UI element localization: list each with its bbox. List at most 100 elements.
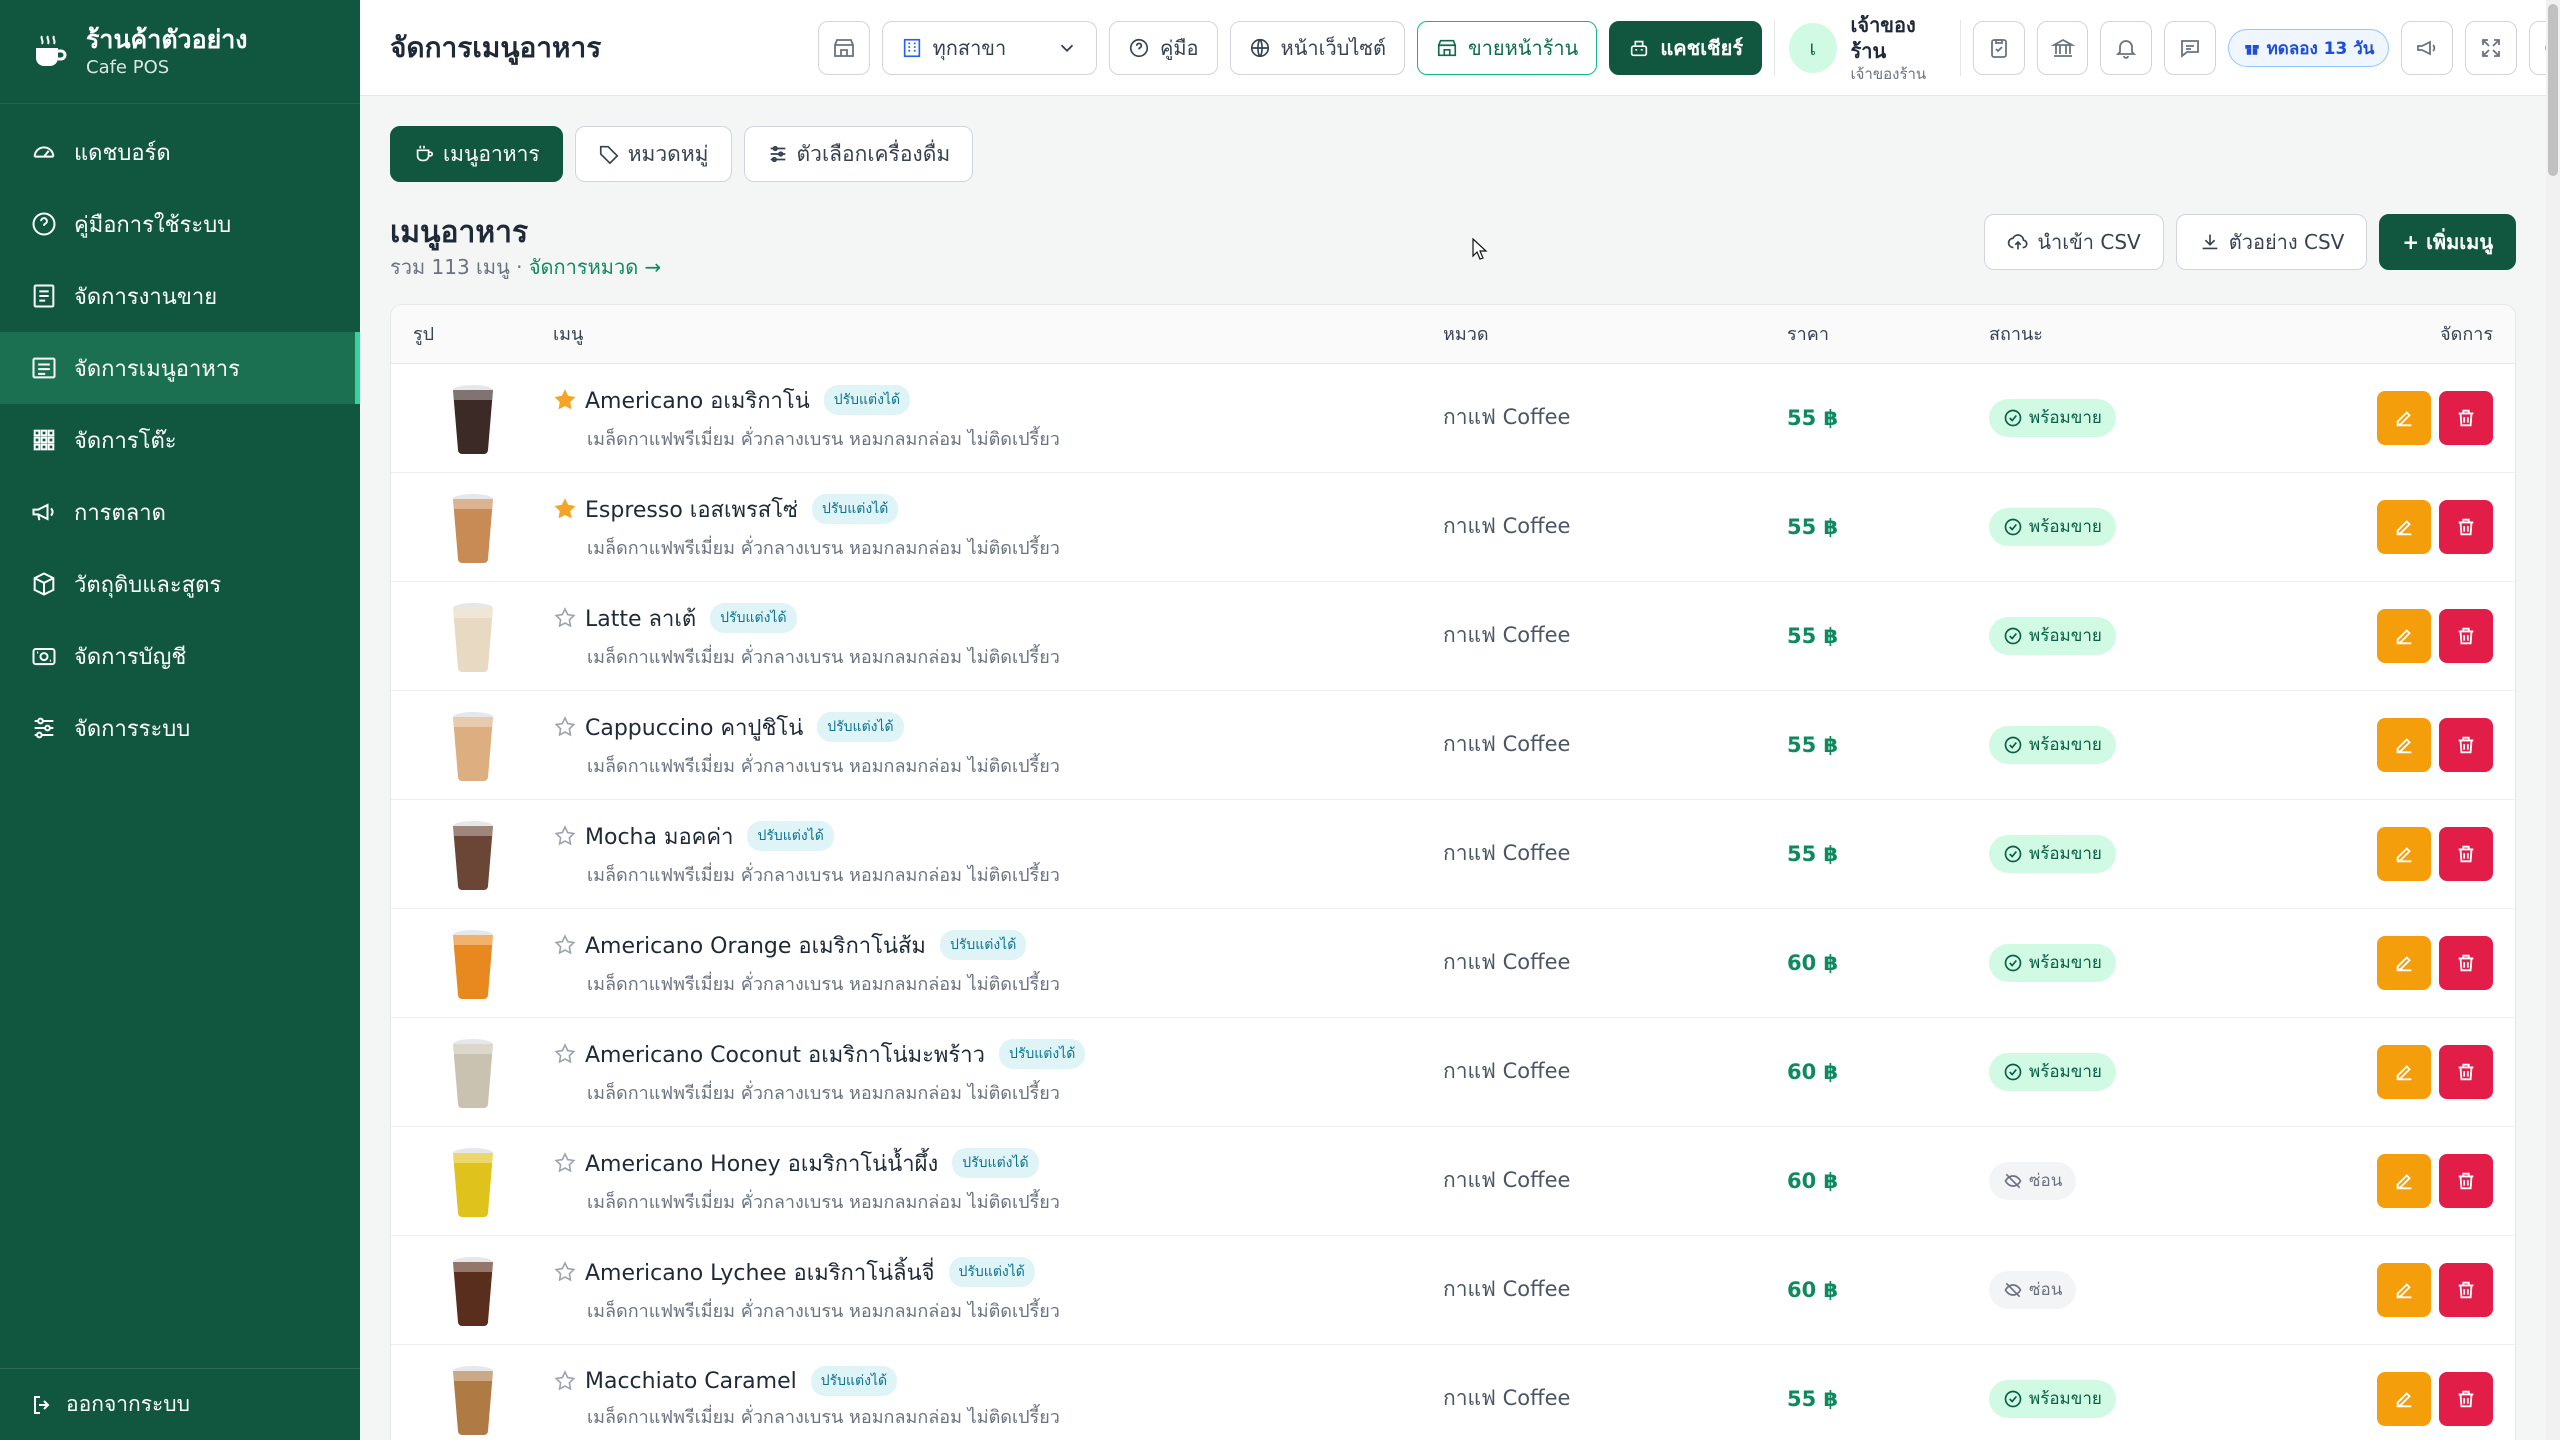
edit-button[interactable] (2377, 499, 2431, 554)
messages-button[interactable] (2164, 21, 2216, 75)
bell-icon (2116, 40, 2137, 59)
trash-icon (2458, 845, 2474, 862)
tab-2[interactable]: ตัวเลือกเครื่องดื่ม (743, 126, 974, 182)
gift-icon (2244, 45, 2259, 55)
guide-button[interactable]: คู่มือ (1108, 21, 1218, 75)
sidebar-item-1[interactable]: คู่มือการใช้ระบบ (0, 188, 360, 260)
sidebar-item-2[interactable]: จัดการงานขาย (0, 260, 360, 332)
manage-categories-link[interactable]: จัดการหมวด → (529, 255, 662, 279)
favorite-star-icon[interactable] (553, 824, 577, 848)
menu-cell: Americano Honey อเมริกาโน่น้ำผึ้ง ปรับแต่… (531, 1126, 1421, 1236)
sidebar-item-label: การตลาด (74, 500, 166, 526)
sidebar-item-label: จัดการโต๊ะ (74, 428, 177, 454)
user-menu[interactable]: เ เจ้าของร้าน เจ้าของร้าน (1774, 13, 1962, 83)
delete-button[interactable] (2439, 1262, 2493, 1317)
website-button[interactable]: หน้าเว็บไซต์ (1229, 21, 1405, 75)
table-row[interactable]: Mocha มอคค่า ปรับแต่งได้ เมล็ดกาแฟพรีเมี่ย… (391, 799, 2515, 909)
table-row[interactable]: Americano Lychee อเมริกาโน่ลิ้นจี่ ปรับแต… (391, 1235, 2515, 1345)
page-scrollbar[interactable] (2546, 0, 2560, 1440)
sidebar-item-5[interactable]: การตลาด (0, 476, 360, 548)
brand[interactable]: ร้านค้าตัวอย่าง Cafe POS (0, 0, 360, 104)
customizable-badge: ปรับแต่งได้ (939, 930, 1027, 960)
table-row[interactable]: Macchiato Caramel ปรับแต่งได้ เมล็ดกาแฟพรี… (391, 1344, 2515, 1440)
drink-photo (453, 384, 493, 454)
edit-button[interactable] (2377, 1371, 2431, 1426)
pos-button[interactable]: ขายหน้าร้าน (1416, 21, 1598, 75)
orders-button[interactable] (1973, 21, 2025, 75)
table-header-row: รูป เมนู หมวด ราคา สถานะ จัดการ (391, 305, 2515, 364)
delete-button[interactable] (2439, 935, 2493, 990)
trial-badge[interactable]: ทดลอง 13 วัน (2227, 29, 2390, 67)
table-row[interactable]: Americano Orange อเมริกาโน่ส้ม ปรับแต่งได… (391, 908, 2515, 1018)
edit-button[interactable] (2377, 826, 2431, 881)
notifications-button[interactable] (2100, 21, 2153, 75)
announcements-button[interactable] (2401, 21, 2454, 75)
edit-button[interactable] (2377, 1262, 2431, 1317)
sidebar-item-8[interactable]: จัดการระบบ (0, 692, 360, 764)
edit-button[interactable] (2377, 1044, 2431, 1099)
edit-button[interactable] (2377, 608, 2431, 663)
status-badge: ซ่อน (1989, 1270, 2077, 1309)
table-row[interactable]: Cappuccino คาปูชิโน่ ปรับแต่งได้ เมล็ดกาแฟ… (391, 690, 2515, 800)
delete-button[interactable] (2439, 499, 2493, 554)
trash-icon (2458, 627, 2474, 644)
favorite-star-icon[interactable] (553, 388, 577, 412)
menu-description: เมล็ดกาแฟพรีเมี่ยม คั่วกลางเบรน หอมกลมกล… (587, 537, 1060, 559)
tab-0[interactable]: เมนูอาหาร (390, 126, 563, 182)
favorite-star-icon[interactable] (553, 1151, 577, 1175)
scrollbar-thumb[interactable] (2548, 4, 2558, 176)
status-label: พร้อมขาย (2029, 408, 2102, 428)
favorite-star-icon[interactable] (553, 1369, 577, 1393)
favorite-star-icon[interactable] (553, 715, 577, 739)
user-name: เจ้าของร้าน (1850, 13, 1916, 63)
edit-icon (2396, 1391, 2412, 1407)
sidebar-item-0[interactable]: แดชบอร์ด (0, 116, 360, 188)
actions-cell (2267, 1344, 2515, 1440)
drink-photo (453, 711, 493, 781)
category-cell: กาแฟ Coffee (1421, 581, 1765, 691)
customizable-badge: ปรับแต่งได้ (710, 603, 797, 633)
sidebar-item-4[interactable]: จัดการโต๊ะ (0, 404, 360, 476)
delete-button[interactable] (2439, 390, 2493, 445)
delete-button[interactable] (2439, 1153, 2493, 1208)
trash-icon (2458, 1063, 2474, 1080)
table-row[interactable]: Latte ลาเต้ ปรับแต่งได้ เมล็ดกาแฟพรีเมี่ยม… (391, 581, 2515, 691)
edit-button[interactable] (2377, 717, 2431, 772)
edit-button[interactable] (2377, 935, 2431, 990)
favorite-star-icon[interactable] (553, 1260, 577, 1284)
sidebar-item-7[interactable]: จัดการบัญชี (0, 620, 360, 692)
user-role: เจ้าของร้าน (1850, 65, 1927, 83)
table-row[interactable]: Espresso เอสเพรสโซ่ ปรับแต่งได้ เมล็ดกาแฟพ… (391, 472, 2515, 582)
topbar: จัดการเมนูอาหาร ทุกสาขา คู่มือ หน้าเว็บไ… (360, 0, 2560, 96)
store-button[interactable] (818, 21, 870, 75)
table-row[interactable]: Americano อเมริกาโน่ ปรับแต่งได้ เมล็ดกาแฟ… (391, 363, 2515, 473)
sample-csv-button[interactable]: ตัวอย่าง CSV (2175, 214, 2368, 270)
status-cell: พร้อมขาย (1967, 908, 2267, 1018)
delete-button[interactable] (2439, 1044, 2493, 1099)
add-menu-button[interactable]: + เพิ่มเมนู (2379, 214, 2516, 270)
branch-select[interactable]: ทุกสาขา (881, 21, 1097, 75)
delete-button[interactable] (2439, 717, 2493, 772)
sidebar-item-6[interactable]: วัตถุดิบและสูตร (0, 548, 360, 620)
favorite-star-icon[interactable] (553, 606, 577, 630)
favorite-star-icon[interactable] (553, 1042, 577, 1066)
import-csv-button[interactable]: นำเข้า CSV (1984, 214, 2164, 270)
table-row[interactable]: Americano Coconut อเมริกาโน่มะพร้าว ปรับแ… (391, 1017, 2515, 1127)
delete-button[interactable] (2439, 1371, 2493, 1426)
delete-button[interactable] (2439, 608, 2493, 663)
favorite-star-icon[interactable] (553, 497, 577, 521)
delete-button[interactable] (2439, 826, 2493, 881)
fullscreen-button[interactable] (2465, 21, 2517, 75)
status-label: พร้อมขาย (2029, 1389, 2102, 1409)
edit-button[interactable] (2377, 390, 2431, 445)
favorite-star-icon[interactable] (553, 933, 577, 957)
logout-button[interactable]: ออกจากระบบ (0, 1368, 360, 1440)
main-content: เมนูอาหาร หมวดหมู่ ตัวเลือกเครื่องดื่ม เมน… (390, 96, 2516, 1440)
edit-button[interactable] (2377, 1153, 2431, 1208)
bank-button[interactable] (2036, 21, 2089, 75)
cashier-button[interactable]: แคชเชียร์ (1609, 21, 1763, 75)
sidebar-item-3[interactable]: จัดการเมนูอาหาร (0, 332, 360, 404)
menu-name: Cappuccino คาปูชิโน่ (585, 715, 804, 741)
tab-1[interactable]: หมวดหมู่ (574, 126, 732, 182)
table-row[interactable]: Americano Honey อเมริกาโน่น้ำผึ้ง ปรับแต่… (391, 1126, 2515, 1236)
